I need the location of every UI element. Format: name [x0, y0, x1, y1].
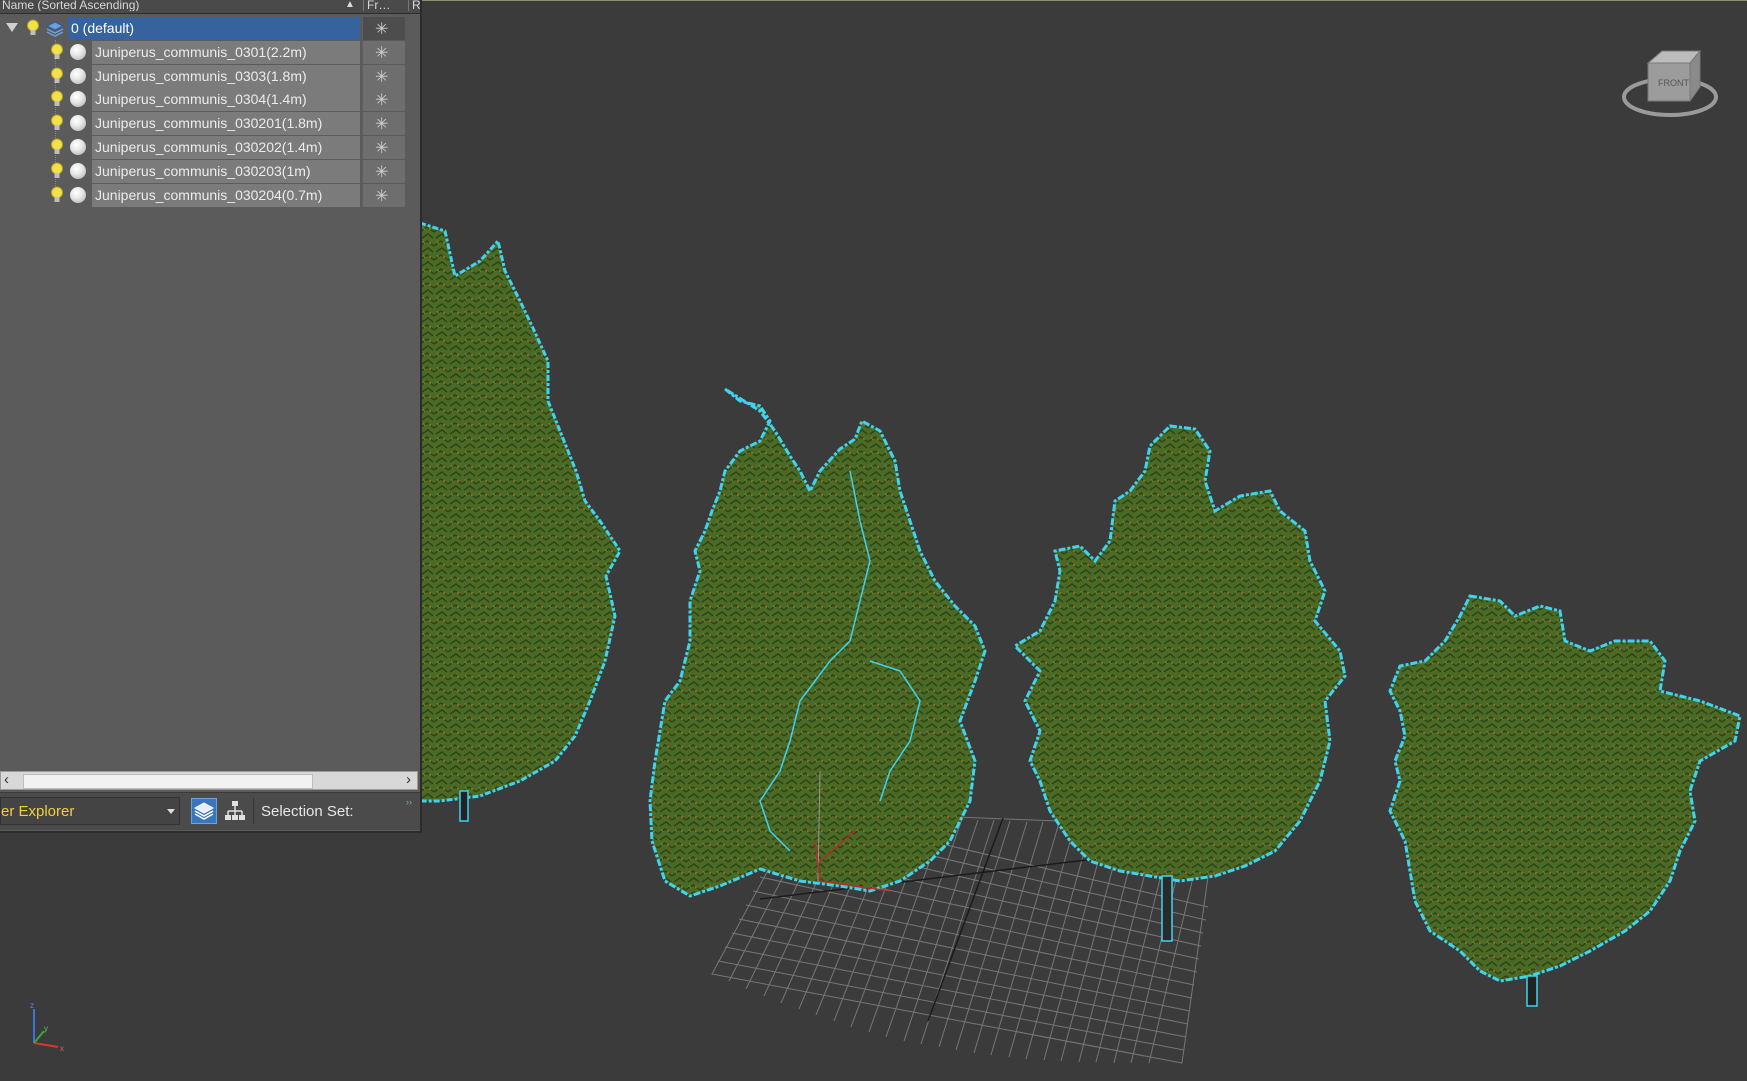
- tree-juniperus-0303: [648, 387, 987, 898]
- layer-stack-icon: [46, 21, 64, 37]
- object-row[interactable]: Juniperus_communis_030201(1.8m) ✳: [0, 112, 420, 136]
- object-row[interactable]: Juniperus_communis_030203(1m) ✳: [0, 159, 420, 184]
- explorer-type-dropdown[interactable]: er Explorer: [0, 797, 180, 825]
- object-label: Juniperus_communis_0304(1.4m): [95, 91, 307, 108]
- light-bulb-icon[interactable]: [50, 90, 64, 109]
- panel-grip-icon[interactable]: ››: [406, 797, 412, 807]
- viewcube-front-label: FRONT: [1658, 78, 1689, 88]
- object-row[interactable]: Juniperus_communis_0301(2.2m) ✳: [0, 40, 420, 65]
- selection-set-label: Selection Set:: [261, 803, 354, 820]
- object-label: Juniperus_communis_030202(1.4m): [95, 138, 323, 155]
- light-bulb-icon[interactable]: [50, 138, 64, 157]
- horizontal-scrollbar[interactable]: ‹ ›: [0, 771, 418, 790]
- layer-row-default[interactable]: 0 (default) ✳: [0, 17, 420, 41]
- svg-text:y: y: [44, 1024, 48, 1033]
- sort-ascending-icon[interactable]: ▲: [345, 0, 355, 11]
- light-bulb-icon[interactable]: [50, 114, 64, 133]
- object-sphere-icon: [70, 91, 86, 108]
- object-label: Juniperus_communis_030201(1.8m): [95, 115, 323, 132]
- scrollbar-thumb[interactable]: [23, 774, 313, 789]
- object-label: Juniperus_communis_0301(2.2m): [95, 43, 307, 60]
- snowflake-icon[interactable]: ✳: [375, 162, 388, 182]
- svg-text:x: x: [60, 1044, 64, 1053]
- light-bulb-icon[interactable]: [50, 67, 64, 86]
- toolbar-divider: [253, 798, 254, 824]
- object-label: Juniperus_communis_030203(1m): [95, 162, 311, 179]
- snowflake-icon[interactable]: ✳: [375, 114, 388, 134]
- sort-by-layer-button[interactable]: [191, 798, 217, 824]
- expand-triangle-icon[interactable]: [6, 23, 18, 32]
- scroll-right-icon[interactable]: ›: [406, 771, 411, 788]
- tree-juniperus-030201: [1012, 424, 1347, 942]
- scroll-left-icon[interactable]: ‹: [4, 771, 9, 788]
- snowflake-icon[interactable]: ✳: [375, 90, 388, 110]
- tree-juniperus-0301: [419, 221, 622, 822]
- axis-tripod-icon: z x y: [26, 1001, 76, 1056]
- light-bulb-icon[interactable]: [50, 162, 64, 181]
- layer-stack-icon: [193, 802, 215, 820]
- light-bulb-icon[interactable]: [50, 43, 64, 62]
- snowflake-icon[interactable]: ✳: [375, 138, 388, 158]
- render-column-header[interactable]: R: [408, 0, 421, 11]
- light-bulb-icon[interactable]: [50, 186, 64, 205]
- object-row[interactable]: Juniperus_communis_030204(0.7m) ✳: [0, 183, 420, 208]
- object-row[interactable]: Juniperus_communis_0304(1.4m) ✳: [0, 88, 420, 112]
- hierarchy-icon: [225, 801, 245, 820]
- scene-tree: 0 (default) ✳ Juniperus_communis_0301(2.…: [0, 17, 420, 207]
- object-sphere-icon: [70, 138, 86, 155]
- object-sphere-icon: [70, 43, 86, 60]
- sort-by-hierarchy-button[interactable]: [222, 798, 248, 824]
- light-bulb-icon[interactable]: [26, 19, 40, 38]
- object-sphere-icon: [70, 115, 86, 132]
- object-sphere-icon: [70, 67, 86, 84]
- layer-label: 0 (default): [71, 20, 135, 36]
- viewcube[interactable]: FRONT: [1620, 45, 1720, 125]
- snowflake-icon[interactable]: ✳: [375, 67, 388, 87]
- object-sphere-icon: [70, 186, 86, 203]
- explorer-type-label: er Explorer: [1, 803, 75, 820]
- name-column-header[interactable]: Name (Sorted Ascending): [2, 0, 352, 11]
- snowflake-icon[interactable]: ✳: [375, 43, 388, 63]
- object-sphere-icon: [70, 162, 86, 179]
- object-row[interactable]: Juniperus_communis_030202(1.4m) ✳: [0, 135, 420, 160]
- snowflake-icon[interactable]: ✳: [375, 19, 388, 39]
- svg-text:z: z: [30, 1001, 34, 1010]
- object-row[interactable]: Juniperus_communis_0303(1.8m) ✳: [0, 64, 420, 89]
- object-label: Juniperus_communis_030204(0.7m): [95, 186, 323, 203]
- column-header: Name (Sorted Ascending) ▲ Fr… R: [0, 0, 421, 14]
- object-label: Juniperus_communis_0303(1.8m): [95, 67, 307, 84]
- frozen-column-header[interactable]: Fr…: [363, 0, 407, 11]
- snowflake-icon[interactable]: ✳: [375, 186, 388, 206]
- explorer-bottom-toolbar: er Explorer Selection Set: ››: [0, 792, 420, 830]
- tree-juniperus-030202: [1388, 594, 1742, 1007]
- scene-explorer-panel: Name (Sorted Ascending) ▲ Fr… R 0 (defau…: [0, 0, 422, 833]
- chevron-down-icon: [167, 809, 175, 814]
